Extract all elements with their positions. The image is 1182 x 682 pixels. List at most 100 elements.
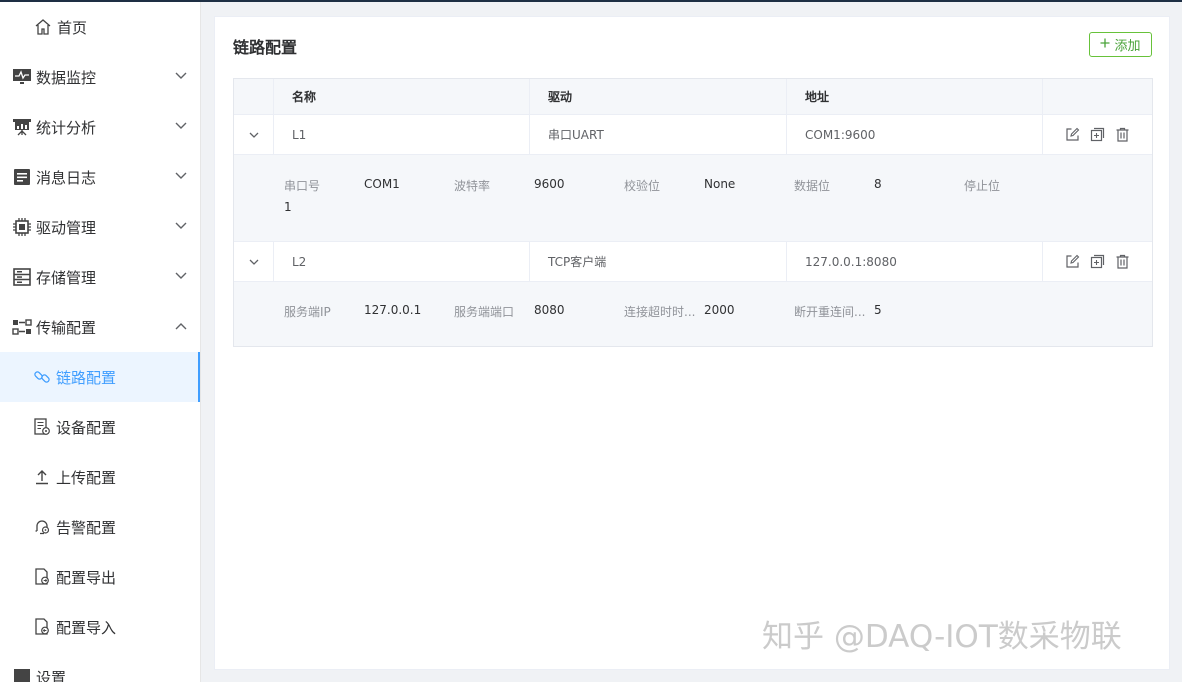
sidebar-item-label: 驱动管理 [36, 218, 97, 237]
table-header: 名称 驱动 地址 [234, 79, 1152, 115]
sidebar-item-config-import[interactable]: 配置导入 [0, 602, 200, 652]
home-icon [33, 17, 53, 37]
log-icon [12, 167, 32, 187]
expand-toggle[interactable] [234, 242, 274, 281]
detail-label: 服务端端口 [454, 305, 515, 319]
detail-label: 服务端IP [284, 305, 331, 319]
sidebar-item-settings[interactable]: 设置 [0, 652, 200, 682]
settings-icon [12, 667, 32, 682]
detail-label: 数据位 [794, 179, 831, 193]
chevron-down-icon [174, 269, 188, 283]
detail-value: 8080 [534, 303, 565, 317]
sidebar-item-label: 传输配置 [36, 318, 97, 337]
detail-value: 1 [284, 200, 292, 214]
alarm-bell-icon [33, 518, 51, 536]
sidebar-item-label: 链路配置 [56, 368, 117, 387]
column-header-driver: 驱动 [530, 79, 787, 114]
copy-icon[interactable] [1090, 254, 1106, 270]
monitor-icon [12, 67, 32, 87]
presentation-chart-icon [12, 117, 32, 137]
table-row: L2 TCP客户端 127.0.0.1:8080 [234, 242, 1152, 282]
sidebar-item-label: 统计分析 [36, 118, 97, 137]
sidebar-item-label: 首页 [57, 18, 88, 37]
sidebar-item-storage-management[interactable]: 存储管理 [0, 252, 200, 302]
column-header-address: 地址 [787, 79, 1043, 114]
delete-icon[interactable] [1115, 254, 1131, 270]
sidebar-item-driver-management[interactable]: 驱动管理 [0, 202, 200, 252]
cell-name: L1 [274, 115, 530, 154]
detail-value: 127.0.0.1 [364, 303, 422, 317]
row-detail-panel: 串口号 COM1 波特率 9600 校验位 None 数据位 8 停止位 1 [234, 155, 1152, 242]
storage-icon [12, 267, 32, 287]
detail-label: 波特率 [454, 179, 491, 193]
column-header-name: 名称 [274, 79, 530, 114]
cell-address: 127.0.0.1:8080 [787, 242, 1043, 281]
sidebar-item-link-config[interactable]: 链路配置 [0, 352, 200, 402]
header-expand-cell [234, 79, 274, 114]
cell-address: COM1:9600 [787, 115, 1043, 154]
edit-icon[interactable] [1065, 254, 1081, 270]
cell-driver: 串口UART [530, 115, 787, 154]
detail-value: 9600 [534, 177, 565, 191]
cell-actions [1043, 242, 1152, 281]
detail-value: 2000 [704, 303, 735, 317]
chevron-down-icon [249, 128, 259, 142]
sidebar-item-label: 告警配置 [56, 518, 117, 537]
add-button[interactable]: 添加 [1089, 32, 1152, 57]
chevron-down-icon [174, 119, 188, 133]
import-document-icon [33, 618, 51, 636]
sidebar-item-label: 上传配置 [56, 468, 117, 487]
sidebar-item-label: 数据监控 [36, 68, 97, 87]
detail-value: COM1 [364, 177, 400, 191]
upload-icon [33, 468, 51, 486]
copy-icon[interactable] [1090, 127, 1106, 143]
detail-value: None [704, 177, 736, 191]
link-config-card: 链路配置 添加 名称 驱动 地址 L1 串口UART COM1:9600 串口号… [214, 16, 1170, 670]
cell-name: L2 [274, 242, 530, 281]
cell-driver: TCP客户端 [530, 242, 787, 281]
sidebar-item-alarm-config[interactable]: 告警配置 [0, 502, 200, 552]
chevron-down-icon [174, 219, 188, 233]
chevron-up-icon [174, 319, 188, 333]
header-actions-cell [1043, 79, 1152, 114]
sidebar: 首页 数据监控 统计分析 消息日志 驱动管理 存储管理 传输配置 链路配置 设备… [0, 2, 201, 682]
delete-icon[interactable] [1115, 127, 1131, 143]
export-document-icon [33, 568, 51, 586]
add-button-label: 添加 [1114, 39, 1141, 54]
detail-label: 停止位 [964, 179, 1001, 193]
link-table: 名称 驱动 地址 L1 串口UART COM1:9600 串口号 COM1 波特… [233, 78, 1153, 347]
sidebar-item-statistics[interactable]: 统计分析 [0, 102, 200, 152]
sidebar-item-home[interactable]: 首页 [0, 2, 200, 52]
chip-icon [12, 217, 32, 237]
detail-label: 连接超时时... [624, 305, 696, 319]
cell-actions [1043, 115, 1152, 154]
edit-icon[interactable] [1065, 127, 1081, 143]
detail-label: 校验位 [624, 179, 661, 193]
sidebar-item-data-monitor[interactable]: 数据监控 [0, 52, 200, 102]
plus-icon [1100, 37, 1110, 52]
sidebar-item-label: 设置 [36, 668, 67, 682]
transfer-icon [12, 317, 32, 337]
row-detail-panel: 服务端IP 127.0.0.1 服务端端口 8080 连接超时时... 2000… [234, 282, 1152, 346]
detail-value: 5 [874, 303, 882, 317]
detail-value: 8 [874, 177, 882, 191]
sidebar-item-config-export[interactable]: 配置导出 [0, 552, 200, 602]
chevron-down-icon [174, 169, 188, 183]
watermark: 知乎 @DAQ-IOT数采物联 [762, 619, 1122, 655]
expand-toggle[interactable] [234, 115, 274, 154]
sidebar-item-device-config[interactable]: 设备配置 [0, 402, 200, 452]
sidebar-item-label: 消息日志 [36, 168, 97, 187]
sidebar-item-label: 设备配置 [56, 418, 117, 437]
sidebar-item-message-log[interactable]: 消息日志 [0, 152, 200, 202]
table-row: L1 串口UART COM1:9600 [234, 115, 1152, 155]
sidebar-item-label: 配置导出 [56, 568, 117, 587]
sidebar-item-transport-config[interactable]: 传输配置 [0, 302, 200, 352]
device-document-icon [33, 418, 51, 436]
page-title: 链路配置 [233, 38, 298, 57]
chevron-down-icon [249, 255, 259, 269]
detail-label: 串口号 [284, 179, 321, 193]
sidebar-item-label: 存储管理 [36, 268, 97, 287]
sidebar-item-upload-config[interactable]: 上传配置 [0, 452, 200, 502]
detail-label: 断开重连间... [794, 305, 866, 319]
main-area: 链路配置 添加 名称 驱动 地址 L1 串口UART COM1:9600 串口号… [201, 2, 1182, 682]
